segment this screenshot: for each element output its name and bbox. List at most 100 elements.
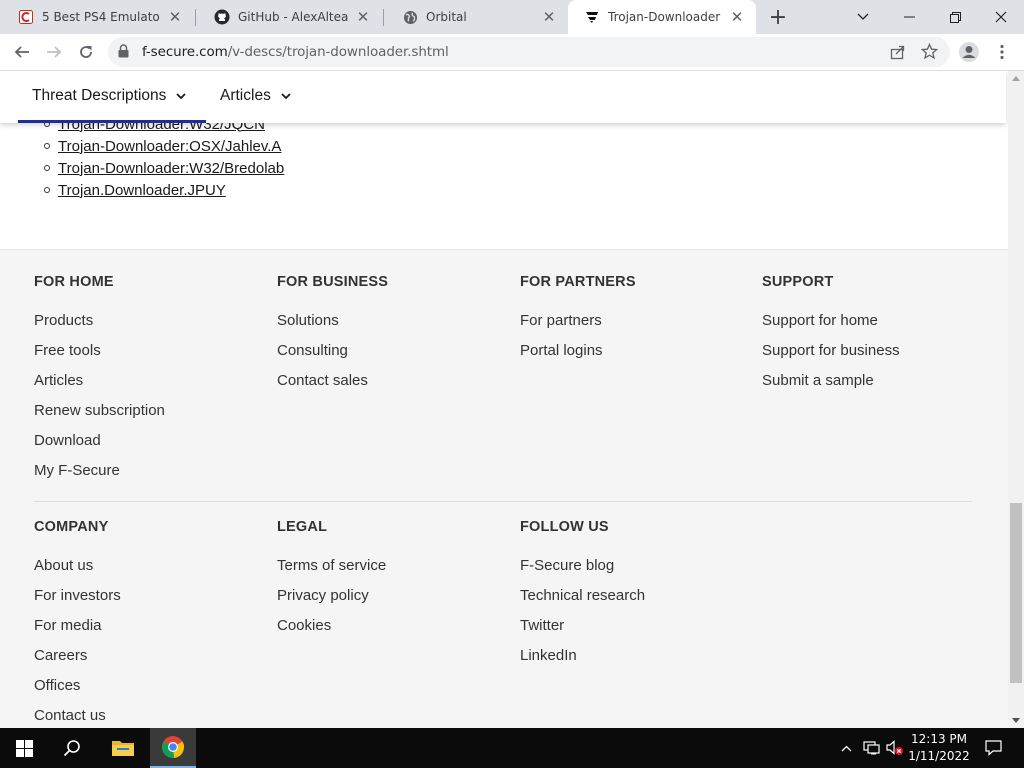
scroll-down-arrow-icon[interactable] — [1012, 718, 1020, 723]
close-tab-icon[interactable]: ✕ — [354, 8, 372, 26]
tab-title: GitHub - AlexAltea/orb — [238, 10, 348, 24]
browser-menu-icon[interactable] — [988, 38, 1016, 66]
site-footer: FOR HOME Products Free tools Articles Re… — [0, 249, 1008, 728]
footer-col-follow-us: FOLLOW US F-Secure blog Technical resear… — [520, 519, 645, 671]
share-icon[interactable] — [890, 44, 906, 65]
tab-github[interactable]: GitHub - AlexAltea/orb ✕ — [198, 0, 382, 34]
close-tab-icon[interactable]: ✕ — [540, 8, 558, 26]
back-button[interactable] — [8, 38, 36, 66]
threat-link[interactable]: Trojan-Downloader:W32/Bredolab — [58, 160, 284, 177]
footer-heading: FOLLOW US — [520, 519, 609, 535]
footer-link[interactable]: Technical research — [520, 581, 645, 611]
minimize-button[interactable] — [886, 0, 932, 34]
bullet-icon — [44, 165, 50, 171]
footer-link[interactable]: Careers — [34, 641, 121, 671]
search-icon[interactable] — [48, 728, 96, 768]
github-icon — [214, 9, 230, 25]
tab-ps4-emulators[interactable]: 5 Best PS4 Emulators fo ✕ — [2, 0, 194, 34]
footer-link[interactable]: Free tools — [34, 336, 165, 366]
footer-link[interactable]: Download — [34, 426, 165, 456]
clock-date: 1/11/2022 — [908, 749, 970, 763]
footer-link[interactable]: Privacy policy — [277, 581, 386, 611]
globe-icon — [402, 9, 418, 25]
footer-heading: SUPPORT — [762, 274, 834, 290]
volume-muted-icon[interactable] — [884, 728, 906, 768]
close-tab-icon[interactable]: ✕ — [728, 8, 746, 26]
footer-link[interactable]: Contact sales — [277, 366, 388, 396]
footer-link[interactable]: For media — [34, 611, 121, 641]
restore-button[interactable] — [932, 0, 978, 34]
tab-title: Orbital — [426, 10, 467, 24]
lock-icon[interactable] — [118, 44, 129, 63]
footer-heading: COMPANY — [34, 519, 109, 535]
bookmark-star-icon[interactable] — [920, 42, 939, 65]
tab-strip: 5 Best PS4 Emulators fo ✕ GitHub - AlexA… — [0, 0, 1024, 34]
clock-time: 12:13 PM — [911, 732, 967, 746]
footer-link[interactable]: My F-Secure — [34, 456, 165, 486]
footer-link[interactable]: Support for home — [762, 306, 900, 336]
subnav-threat-descriptions[interactable]: Threat Descriptions — [32, 87, 187, 105]
threat-link[interactable]: Trojan.Downloader.JPUY — [58, 182, 226, 199]
footer-link[interactable]: Solutions — [277, 306, 388, 336]
new-tab-button[interactable]: + — [766, 5, 790, 30]
footer-link[interactable]: For partners — [520, 306, 636, 336]
footer-link[interactable]: Renew subscription — [34, 396, 165, 426]
footer-col-legal: LEGAL Terms of service Privacy policy Co… — [277, 519, 386, 641]
active-tab-underline — [18, 120, 206, 123]
tab-title: 5 Best PS4 Emulators fo — [42, 10, 160, 24]
bullet-icon — [44, 143, 50, 149]
footer-link[interactable]: LinkedIn — [520, 641, 645, 671]
notifications-icon[interactable] — [978, 728, 1008, 768]
footer-link[interactable]: Offices — [34, 671, 121, 701]
list-item: Trojan.Downloader.JPUY — [44, 179, 226, 201]
network-icon[interactable] — [860, 728, 882, 768]
threat-subnav: Threat Descriptions Articles — [0, 71, 1006, 123]
subnav-articles[interactable]: Articles — [220, 87, 291, 105]
tab-separator — [383, 9, 384, 26]
close-window-button[interactable] — [978, 0, 1024, 34]
reload-button[interactable] — [72, 38, 100, 66]
windows-taskbar: 12:13 PM 1/11/2022 — [0, 728, 1024, 768]
bullet-icon — [44, 187, 50, 193]
windows-start-icon[interactable] — [0, 728, 48, 768]
tab-orbital[interactable]: Orbital ✕ — [386, 0, 568, 34]
footer-heading: FOR BUSINESS — [277, 274, 389, 290]
chrome-taskbar-icon[interactable] — [150, 728, 196, 768]
address-bar[interactable]: f-secure.com/v-descs/trojan-downloader.s… — [108, 37, 950, 67]
tab-trojan-downloader[interactable]: Trojan-Downloader De ✕ — [568, 0, 756, 34]
page-viewport: Trojan-Downloader:W32/JQCN Trojan-Downlo… — [0, 71, 1008, 728]
footer-link[interactable]: Contact us — [34, 701, 121, 728]
footer-link[interactable]: F-Secure blog — [520, 551, 645, 581]
footer-col-for-home: FOR HOME Products Free tools Articles Re… — [34, 274, 165, 486]
footer-link[interactable]: Consulting — [277, 336, 388, 366]
page-scrollbar[interactable] — [1008, 71, 1024, 728]
footer-link[interactable]: Products — [34, 306, 165, 336]
scroll-up-arrow-icon[interactable] — [1012, 76, 1020, 81]
url-text[interactable]: f-secure.com/v-descs/trojan-downloader.s… — [142, 44, 449, 60]
footer-link[interactable]: Support for business — [762, 336, 900, 366]
footer-link[interactable]: About us — [34, 551, 121, 581]
forward-button[interactable] — [40, 38, 68, 66]
footer-link[interactable]: Portal logins — [520, 336, 636, 366]
footer-link[interactable]: Cookies — [277, 611, 386, 641]
threat-link[interactable]: Trojan-Downloader:OSX/Jahlev.A — [58, 138, 281, 155]
scrollbar-thumb[interactable] — [1010, 503, 1022, 683]
red-c-icon — [18, 9, 34, 25]
footer-heading: FOR HOME — [34, 274, 114, 290]
profile-avatar-icon[interactable] — [955, 38, 983, 66]
footer-link[interactable]: Articles — [34, 366, 165, 396]
footer-col-support: SUPPORT Support for home Support for bus… — [762, 274, 900, 396]
footer-link[interactable]: Terms of service — [277, 551, 386, 581]
tab-separator — [195, 9, 196, 26]
file-explorer-icon[interactable] — [100, 728, 146, 768]
url-path: /v-descs/trojan-downloader.shtml — [227, 44, 449, 60]
show-hidden-icons-chevron-icon[interactable] — [836, 728, 856, 768]
tab-search-chevron-icon[interactable] — [840, 0, 886, 34]
close-tab-icon[interactable]: ✕ — [166, 8, 184, 26]
taskbar-clock[interactable]: 12:13 PM 1/11/2022 — [904, 731, 974, 765]
f-secure-icon — [584, 9, 600, 25]
footer-link[interactable]: Submit a sample — [762, 366, 900, 396]
subnav-label: Threat Descriptions — [32, 87, 167, 104]
footer-link[interactable]: For investors — [34, 581, 121, 611]
footer-link[interactable]: Twitter — [520, 611, 645, 641]
